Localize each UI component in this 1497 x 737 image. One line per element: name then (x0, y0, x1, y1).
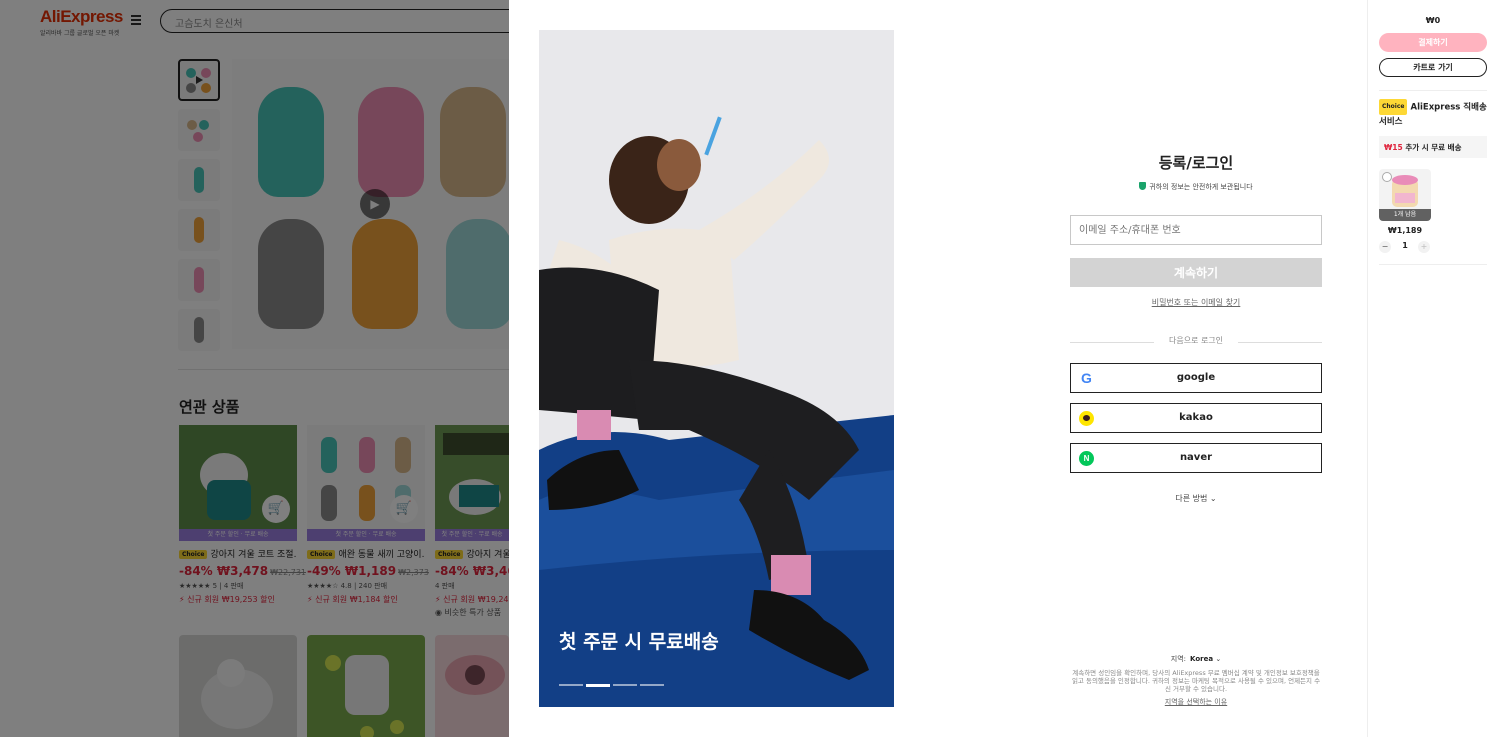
security-note: 귀하의 정보는 안전하게 보관됩니다 (1070, 182, 1322, 192)
checkout-button[interactable]: 결제하기 (1379, 33, 1487, 52)
chevron-down-icon: ⌄ (1215, 655, 1222, 663)
stock-badge: 1개 남음 (1379, 209, 1431, 221)
login-title: 등록/로그인 (1158, 154, 1234, 172)
item-select-checkbox[interactable] (1382, 172, 1392, 182)
region-selector[interactable]: 지역: Korea ⌄ (1070, 654, 1322, 664)
cart-item-price: ₩1,189 (1387, 226, 1423, 235)
quantity-stepper: − 1 + (1379, 240, 1431, 254)
google-icon: G (1081, 370, 1092, 386)
hero-banner: 첫 주문 시 무료배송 (539, 30, 894, 707)
quantity-value: 1 (1402, 241, 1408, 250)
carousel-dot-active[interactable] (586, 683, 610, 687)
divider (1379, 264, 1487, 265)
cart-total: ₩0 (1425, 16, 1441, 25)
carousel-dot[interactable] (640, 684, 664, 686)
hero-photo (539, 30, 894, 707)
divider (1379, 90, 1487, 91)
free-shipping-threshold: ₩15 추가 시 무료 배송 (1379, 136, 1487, 158)
increase-quantity-icon[interactable]: + (1418, 241, 1430, 253)
carousel-dot[interactable] (613, 684, 637, 686)
decrease-quantity-icon[interactable]: − (1379, 241, 1391, 253)
google-login-button[interactable]: G google (1070, 363, 1322, 393)
legal-notice: 계속하면 성인임을 확인하며, 당사의 AliExpress 무료 멤버십 계약… (1071, 669, 1321, 693)
choice-service-title: Choice AliExpress 직배송 서비스 (1379, 99, 1491, 129)
login-form: 등록/로그인 귀하의 정보는 안전하게 보관됩니다 계속하기 비밀번호 또는 이… (1070, 0, 1322, 737)
kakao-icon (1079, 411, 1094, 426)
login-with-divider: 다음으로 로그인 (1070, 335, 1322, 349)
why-select-region-link[interactable]: 지역을 선택하는 이유 (1070, 697, 1322, 707)
shield-icon (1139, 182, 1147, 190)
go-to-cart-button[interactable]: 카트로 가기 (1379, 58, 1487, 77)
hero-caption: 첫 주문 시 무료배송 (559, 631, 719, 653)
carousel-dot[interactable] (559, 684, 583, 686)
continue-button[interactable]: 계속하기 (1070, 258, 1322, 287)
more-login-methods[interactable]: 다른 방법 ⌄ (1070, 493, 1322, 504)
chevron-down-icon: ⌄ (1209, 494, 1217, 503)
kakao-login-button[interactable]: kakao (1070, 403, 1322, 433)
login-modal: 첫 주문 시 무료배송 등록/로그인 귀하의 정보는 안전하게 보관됩니다 계속… (509, 0, 1367, 737)
cart-item-image[interactable]: 1개 남음 (1379, 169, 1431, 221)
forgot-password-link[interactable]: 비밀번호 또는 이메일 찾기 (1070, 297, 1322, 308)
carousel-dots[interactable] (559, 683, 664, 687)
naver-icon: N (1079, 451, 1094, 466)
naver-login-button[interactable]: N naver (1070, 443, 1322, 473)
email-phone-input[interactable] (1070, 215, 1322, 245)
mini-cart-panel: ₩0 결제하기 카트로 가기 Choice AliExpress 직배송 서비스 … (1367, 0, 1497, 737)
